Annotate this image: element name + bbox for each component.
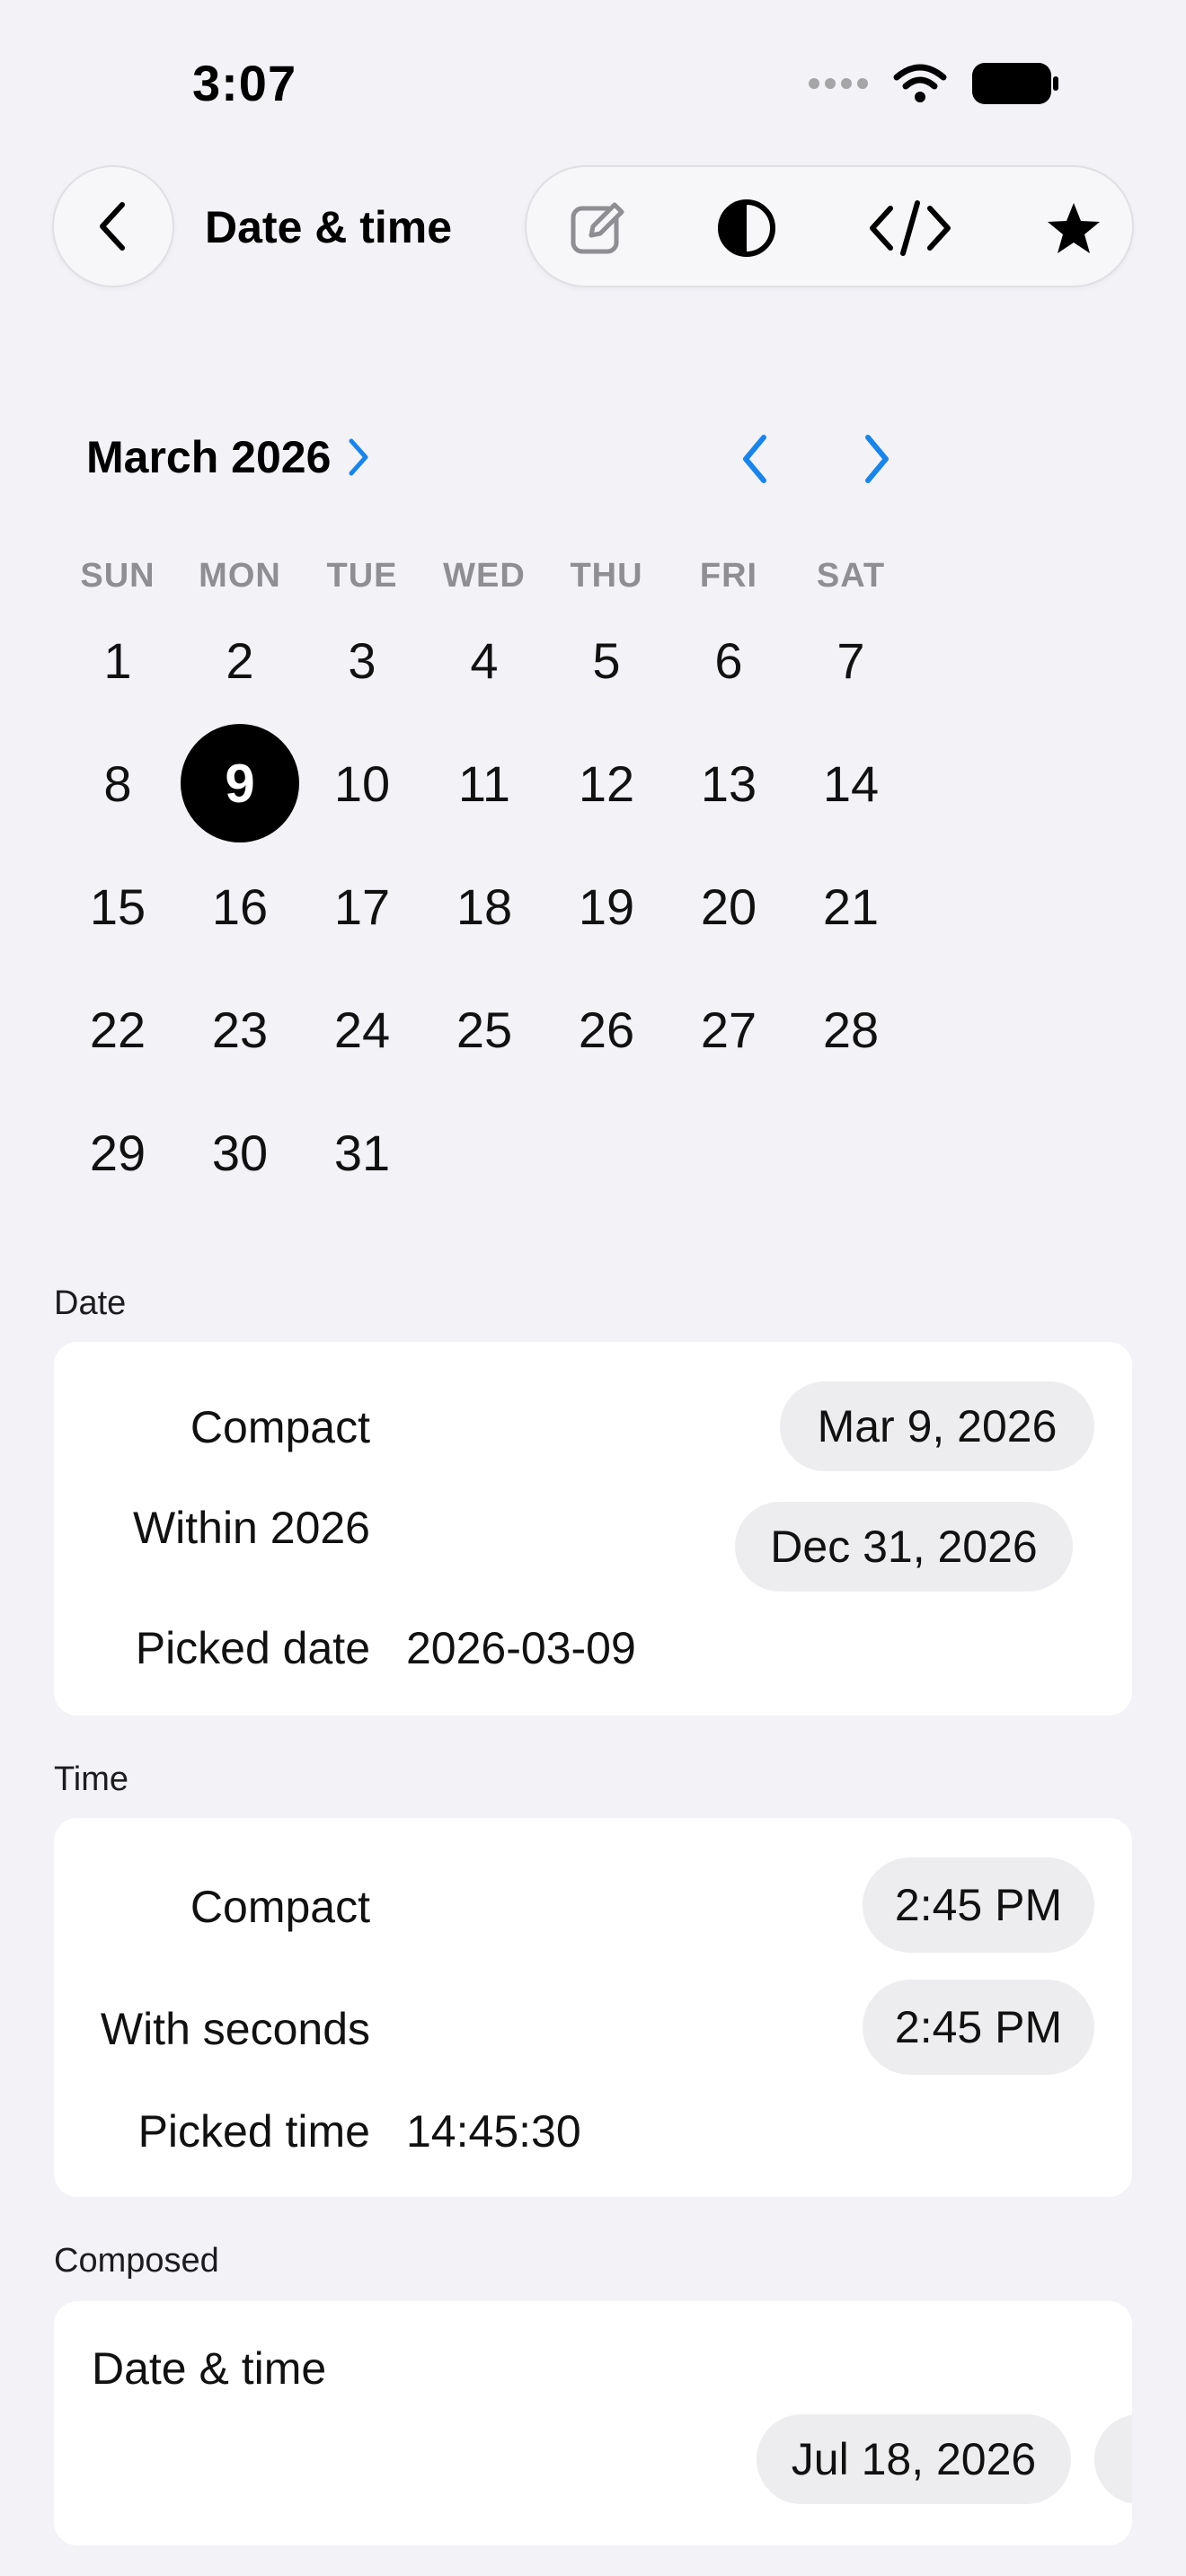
calendar-day[interactable]: 30 (181, 1093, 299, 1212)
chevron-right-icon (865, 435, 889, 483)
picked-time-label: Picked time (137, 2106, 370, 2157)
with-seconds-time-picker[interactable]: 2:45 PM (863, 1980, 1094, 2075)
calendar-day[interactable]: 4 (425, 601, 544, 719)
calendar-day[interactable]: 18 (425, 847, 544, 966)
appearance-button[interactable] (697, 167, 796, 289)
weekday-mon: MON (199, 557, 281, 595)
picked-date-label: Picked date (135, 1623, 370, 1673)
weekday-fri: FRI (699, 557, 758, 595)
composed-card: Date & time Jul 18, 2026 (54, 2301, 1132, 2545)
calendar-day[interactable]: 12 (547, 724, 666, 842)
within-year-date-picker[interactable]: Dec 31, 2026 (735, 1502, 1073, 1592)
calendar-day[interactable]: 17 (303, 847, 421, 966)
compact-date-picker[interactable]: Mar 9, 2026 (780, 1381, 1094, 1471)
compact-date-label: Compact (190, 1402, 370, 1452)
calendar-day[interactable]: 15 (58, 847, 177, 966)
code-button[interactable] (861, 167, 960, 289)
calendar-day[interactable]: 29 (58, 1093, 177, 1212)
calendar-day[interactable]: 25 (425, 970, 544, 1089)
calendar-day[interactable]: 10 (303, 724, 421, 842)
with-seconds-label: With seconds (100, 2004, 370, 2054)
picked-time-value: 14:45:30 (406, 2106, 581, 2157)
time-card: Compact 2:45 PM With seconds 2:45 PM Pic… (54, 1818, 1132, 2197)
weekday-tue: TUE (326, 557, 398, 595)
favorite-button[interactable] (1024, 167, 1123, 289)
calendar-day[interactable]: 5 (547, 601, 666, 719)
date-section-label: Date (54, 1284, 127, 1322)
calendar-day[interactable]: 14 (792, 724, 910, 842)
compact-time-picker[interactable]: 2:45 PM (863, 1857, 1094, 1953)
chevron-left-icon (743, 435, 766, 483)
calendar-day[interactable]: 24 (303, 970, 421, 1089)
edit-icon (571, 202, 624, 254)
calendar-day[interactable]: 16 (181, 847, 299, 966)
within-year-label: Within 2026 (132, 1503, 370, 1553)
composed-section-label: Composed (54, 2242, 219, 2280)
status-time: 3:07 (192, 55, 297, 111)
time-section-label: Time (54, 1760, 129, 1798)
status-icons (809, 63, 1060, 104)
calendar-day[interactable]: 6 (669, 601, 788, 719)
weekday-thu: THU (570, 557, 643, 595)
calendar-day[interactable]: 2 (181, 601, 299, 719)
composed-date-picker[interactable]: Jul 18, 2026 (757, 2414, 1071, 2504)
calendar-day[interactable]: 21 (792, 847, 910, 966)
app-screen: 3:07 Date & time March 2026 SUN MON TUE … (0, 0, 1186, 2576)
calendar-day[interactable]: 28 (792, 970, 910, 1089)
calendar-day[interactable]: 1 (58, 601, 177, 719)
cellular-signal-icon (809, 78, 868, 89)
calendar-day[interactable]: 13 (669, 724, 788, 842)
star-icon (1048, 203, 1100, 253)
back-button[interactable] (52, 165, 174, 287)
wifi-icon (893, 64, 947, 102)
date-card: Compact Mar 9, 2026 Within 2026 Dec 31, … (54, 1342, 1132, 1716)
weekday-sat: SAT (816, 557, 886, 595)
page-title: Date & time (205, 202, 453, 252)
calendar-day[interactable]: 27 (669, 970, 788, 1089)
battery-icon (972, 63, 1058, 104)
chevron-right-icon (349, 438, 368, 476)
toolbar (525, 165, 1134, 287)
calendar-day[interactable]: 31 (303, 1093, 421, 1212)
compact-time-label: Compact (190, 1882, 370, 1932)
calendar-day[interactable]: 26 (547, 970, 666, 1089)
calendar-day[interactable]: 7 (792, 601, 910, 719)
previous-month-button[interactable] (728, 428, 782, 490)
weekday-wed: WED (443, 557, 526, 595)
weekday-sun: SUN (80, 557, 155, 595)
calendar-day[interactable]: 8 (58, 724, 177, 842)
calendar-day[interactable]: 22 (58, 970, 177, 1089)
edit-button[interactable] (547, 167, 646, 289)
calendar-day[interactable]: 19 (547, 847, 666, 966)
contrast-icon (718, 199, 775, 257)
next-month-button[interactable] (850, 428, 904, 490)
calendar-day-selected[interactable]: 9 (181, 724, 299, 842)
calendar-day[interactable]: 11 (425, 724, 544, 842)
code-icon (870, 200, 951, 256)
calendar-day[interactable]: 23 (181, 970, 299, 1089)
month-label: March 2026 (86, 432, 332, 482)
calendar-day[interactable]: 3 (303, 601, 421, 719)
month-selector[interactable]: March 2026 (86, 431, 370, 483)
composed-row-label: Date & time (92, 2343, 327, 2394)
composed-time-picker[interactable] (1094, 2414, 1132, 2504)
chevron-left-icon (100, 202, 125, 251)
calendar-day[interactable]: 20 (669, 847, 788, 966)
picked-date-value: 2026-03-09 (406, 1623, 636, 1673)
